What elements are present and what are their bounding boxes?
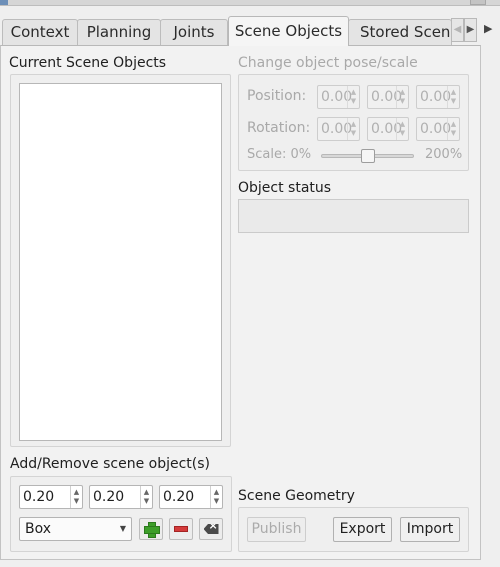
add-object-button[interactable]	[139, 518, 163, 540]
spin-arrows-icon: ▲ ▼	[396, 86, 408, 108]
window-close-button[interactable]	[470, 0, 486, 5]
shape-select-value: Box	[25, 521, 52, 537]
current-objects-group	[10, 74, 231, 447]
app-icon	[0, 0, 8, 5]
tab-bar: Context Planning Joints Scene Objects St…	[0, 16, 480, 46]
tab-context[interactable]: Context	[2, 19, 78, 45]
plus-icon	[144, 522, 160, 538]
backspace-clear-icon	[203, 524, 219, 534]
remove-object-button[interactable]	[169, 518, 193, 540]
scene-objects-list[interactable]	[19, 83, 222, 441]
add-remove-group: 0.20 ▲ ▼ 0.20 ▲ ▼ 0.20 ▲ ▼ Box ▼	[10, 476, 232, 552]
tab-scene-objects[interactable]: Scene Objects	[228, 16, 349, 46]
dim-y-spin[interactable]: 0.20 ▲ ▼	[89, 485, 153, 509]
rotation-label: Rotation:	[247, 120, 311, 136]
position-z-spin[interactable]: 0.00 ▲ ▼	[416, 85, 460, 109]
shape-select[interactable]: Box ▼	[19, 517, 132, 541]
clear-objects-button[interactable]	[199, 518, 223, 540]
spin-arrows-icon: ▲ ▼	[347, 86, 359, 108]
window-titlebar	[0, 0, 500, 6]
import-button[interactable]: Import	[400, 517, 460, 542]
spin-arrows-icon: ▲ ▼	[447, 118, 459, 140]
dim-x-value: 0.20	[23, 489, 55, 505]
dim-z-value: 0.20	[163, 489, 195, 505]
add-remove-title: Add/Remove scene object(s)	[10, 456, 210, 472]
scale-max-label: 200%	[425, 147, 463, 162]
scene-geometry-group: Publish Export Import	[238, 507, 469, 552]
scene-geometry-title: Scene Geometry	[238, 488, 355, 504]
chevron-down-icon: ▼	[119, 524, 126, 533]
rotation-x-spin[interactable]: 0.00 ▲ ▼	[317, 117, 360, 141]
tab-joints[interactable]: Joints	[160, 19, 228, 45]
publish-button[interactable]: Publish	[247, 517, 306, 542]
dim-x-spin[interactable]: 0.20 ▲ ▼	[19, 485, 83, 509]
spin-arrows-icon: ▲ ▼	[140, 486, 152, 508]
tab-scroll-buttons: ◀ ▶	[451, 18, 477, 42]
tab-stored-scenes[interactable]: Stored Scenes	[348, 19, 452, 45]
spin-arrows-icon: ▲ ▼	[447, 86, 459, 108]
spin-arrows-icon: ▲ ▼	[210, 486, 222, 508]
dim-z-spin[interactable]: 0.20 ▲ ▼	[159, 485, 223, 509]
tab-scroll-right-icon[interactable]: ▶	[464, 18, 477, 42]
pose-scale-group: Position: 0.00 ▲ ▼ 0.00 ▲ ▼ 0.00 ▲ ▼ Rotati…	[238, 74, 469, 171]
rotation-z-spin[interactable]: 0.00 ▲ ▼	[416, 117, 460, 141]
scale-label-text: Scale:	[247, 147, 287, 162]
spin-arrows-icon: ▲ ▼	[396, 118, 408, 140]
position-label: Position:	[247, 88, 307, 104]
scene-objects-panel: Current Scene Objects Change object pose…	[0, 45, 481, 560]
panel-next-icon[interactable]: ▶	[484, 22, 492, 35]
position-x-spin[interactable]: 0.00 ▲ ▼	[317, 85, 360, 109]
export-button[interactable]: Export	[333, 517, 392, 542]
rotation-y-spin[interactable]: 0.00 ▲ ▼	[367, 117, 409, 141]
object-status-box	[238, 199, 469, 233]
tab-scroll-left-icon[interactable]: ◀	[451, 18, 464, 42]
scale-min-label: 0%	[290, 147, 312, 162]
spin-arrows-icon: ▲ ▼	[347, 118, 359, 140]
spin-arrows-icon: ▲ ▼	[70, 486, 82, 508]
tab-planning[interactable]: Planning	[77, 19, 161, 45]
position-y-spin[interactable]: 0.00 ▲ ▼	[367, 85, 409, 109]
current-objects-title: Current Scene Objects	[9, 55, 167, 71]
object-status-title: Object status	[238, 180, 332, 196]
dim-y-value: 0.20	[93, 489, 125, 505]
scale-slider-handle[interactable]	[360, 149, 375, 163]
minus-icon	[174, 526, 188, 532]
pose-scale-title: Change object pose/scale	[238, 55, 418, 71]
scale-label: Scale: 0%	[247, 147, 311, 162]
